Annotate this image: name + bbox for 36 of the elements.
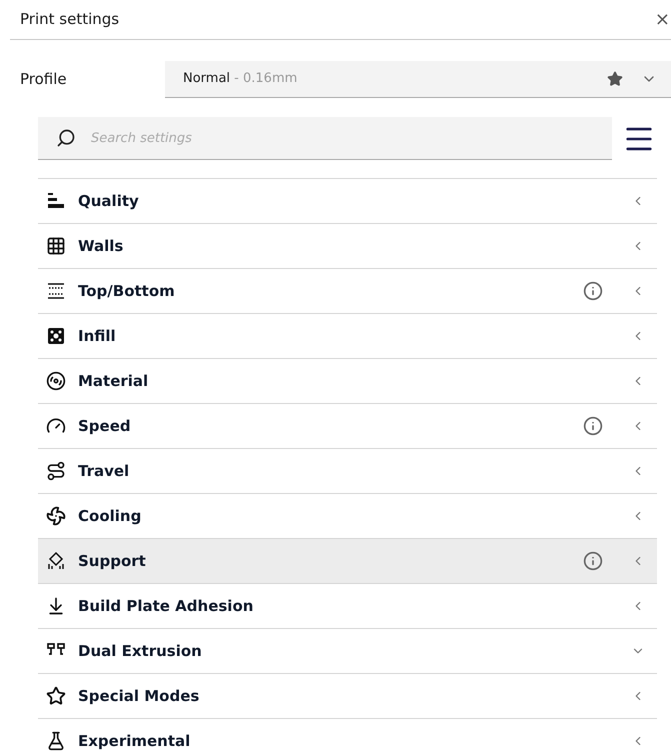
- category-label: Walls: [78, 236, 124, 257]
- category-label: Support: [78, 550, 146, 572]
- window-title: Print settings: [20, 9, 120, 30]
- profile-name: Normal: [183, 70, 230, 88]
- profile-dropdown[interactable]: Normal - 0.16mm: [165, 61, 671, 98]
- search-field[interactable]: Search settings: [38, 117, 612, 160]
- diamond-icon: [46, 551, 66, 571]
- favorite-star-icon[interactable]: [607, 71, 623, 87]
- category-label: Dual Extrusion: [78, 640, 202, 662]
- layers-icon: [46, 191, 66, 211]
- info-icon[interactable]: [583, 551, 603, 571]
- close-button[interactable]: ×: [654, 6, 671, 33]
- star-icon: [46, 686, 66, 706]
- category-label: Material: [78, 370, 148, 392]
- search-icon: [56, 128, 76, 148]
- profile-label: Profile: [19, 69, 68, 90]
- info-icon[interactable]: [583, 281, 603, 301]
- category-label: Special Modes: [78, 686, 200, 707]
- category-row[interactable]: Support: [38, 539, 657, 584]
- category-label: Cooling: [78, 506, 142, 527]
- category-label: Speed: [78, 416, 131, 437]
- info-icon[interactable]: [583, 416, 603, 436]
- route-icon: [46, 461, 66, 481]
- pattern-square-icon: [46, 326, 66, 346]
- category-label: Experimental: [78, 730, 190, 752]
- grid-icon: [46, 236, 66, 256]
- category-label: Infill: [78, 326, 116, 347]
- dotted-lines-icon: [46, 281, 66, 301]
- category-label: Top/Bottom: [78, 280, 175, 302]
- flask-icon: [46, 731, 66, 751]
- category-label: Quality: [78, 190, 139, 212]
- profile-detail: - 0.16mm: [233, 70, 298, 88]
- fan-icon: [46, 506, 66, 526]
- disc-icon: [46, 371, 66, 391]
- category-label: Travel: [78, 460, 130, 482]
- category-label: Build Plate Adhesion: [78, 596, 254, 617]
